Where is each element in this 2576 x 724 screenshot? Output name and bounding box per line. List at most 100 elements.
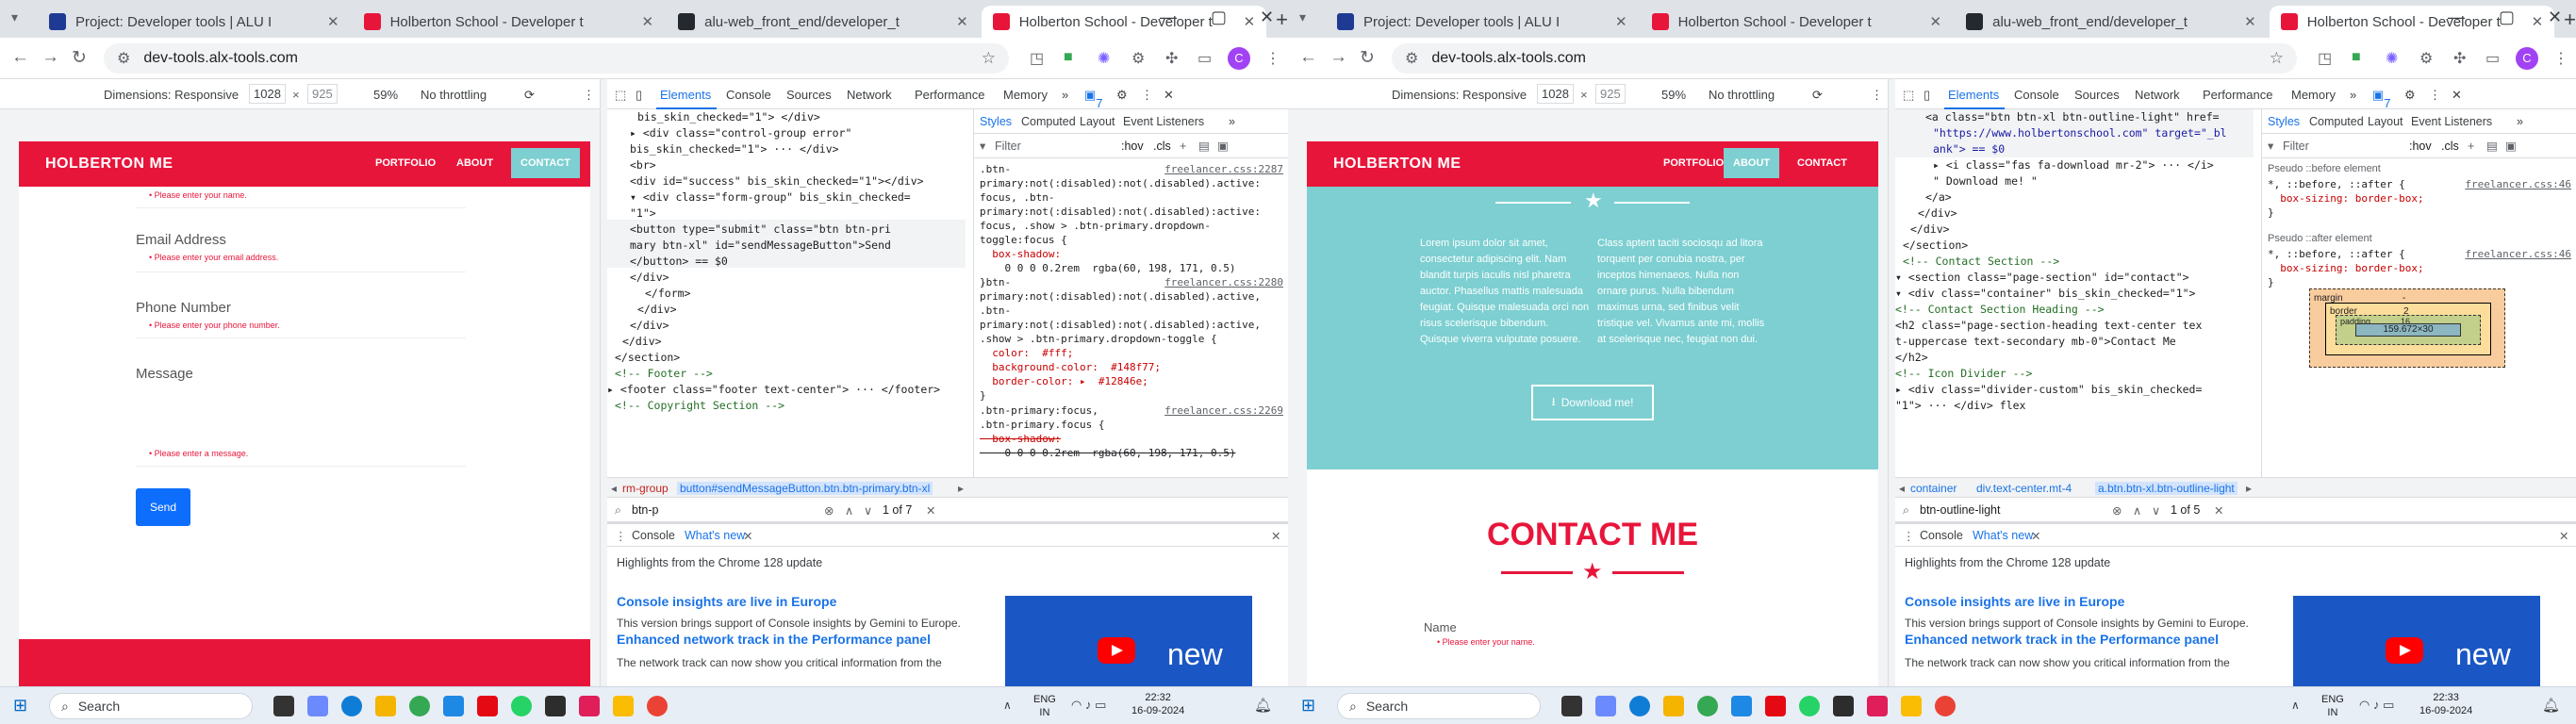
dom-node[interactable]: </section> [615, 350, 680, 366]
browser-tab[interactable]: Project: Developer tools | ALU I ✕ [1326, 6, 1639, 38]
close-tab-icon[interactable]: ✕ [2244, 13, 2256, 30]
rule-source-link[interactable]: freelancer.css:2287 [1164, 162, 1283, 176]
app-icon[interactable] [613, 696, 634, 716]
elements-tree[interactable]: bis_skin_checked="1"> </div> ▸ <div clas… [607, 109, 966, 477]
dom-comment[interactable]: <!-- Icon Divider --> [1895, 366, 2032, 382]
bookmark-star-icon[interactable]: ☆ [2270, 49, 2284, 68]
height-input[interactable]: 925 [1595, 84, 1626, 104]
tab-styles[interactable]: Styles [980, 115, 1012, 129]
dom-node[interactable]: ▸ <i class="fas fa-download mr-2"> ··· <… [1933, 157, 2214, 173]
breadcrumb-item[interactable]: container [1910, 482, 1957, 495]
inspect-icon[interactable]: ⬚ [615, 88, 626, 103]
dom-node[interactable]: ▸ <div class="control-group error" [630, 125, 851, 141]
youtube-play-icon[interactable] [2386, 637, 2423, 664]
minimize-icon[interactable]: — [1160, 8, 1177, 27]
site-info-icon[interactable]: ⚙ [117, 49, 130, 68]
device-toggle-icon[interactable]: ▯ [1924, 88, 1930, 103]
chrome-icon[interactable] [1697, 696, 1718, 716]
profile-avatar[interactable]: C [1228, 47, 1250, 70]
netflix-icon[interactable] [1765, 696, 1786, 716]
dom-node[interactable]: ▾ <div class="form-group" bis_skin_check… [630, 189, 911, 206]
email-field[interactable]: Email Address [136, 232, 226, 248]
close-drawer-tab-icon[interactable]: ✕ [743, 529, 752, 543]
slack-icon[interactable] [1867, 696, 1888, 716]
dom-search-input[interactable]: btn-p [632, 503, 659, 517]
dom-node[interactable]: ▸ <footer class="footer text-center"> ··… [607, 382, 940, 398]
dimensions-select[interactable]: Dimensions: Responsive [1392, 88, 1527, 102]
dom-comment[interactable]: <!-- Contact Section --> [1903, 254, 2059, 270]
site-brand[interactable]: HOLBERTON ME [1333, 156, 1461, 173]
close-drawer-icon[interactable]: ✕ [1271, 529, 1280, 543]
new-tab-icon[interactable]: + [1276, 8, 1288, 32]
address-bar[interactable]: ⚙ dev-tools.alx-tools.com ☆ [104, 43, 1009, 74]
issues-badge[interactable]: ▣ 7 [1084, 88, 1103, 110]
dom-node[interactable]: </form> [645, 286, 690, 302]
device-menu-icon[interactable]: ⋮ [1871, 88, 1883, 103]
drawer-tab-whats-new[interactable]: What's new [685, 529, 745, 542]
dom-node[interactable]: <div id="success" bis_skin_checked="1"><… [630, 173, 924, 189]
css-rule[interactable]: freelancer.css:2287 .btn- primary:not(:di… [980, 162, 1283, 289]
devtools-menu-icon[interactable]: ⋮ [2429, 88, 2441, 103]
panel-resizer[interactable] [600, 79, 607, 686]
computed-toggle-icon[interactable]: ▤ [2486, 140, 2498, 154]
more-tabs-icon[interactable]: » [2517, 115, 2523, 129]
task-view-icon[interactable] [1561, 696, 1582, 716]
app-icon[interactable] [1595, 696, 1616, 716]
drawer-tab-console[interactable]: Console [1920, 529, 1963, 542]
settings-gear-icon[interactable]: ⚙ [2404, 88, 2416, 103]
css-rule[interactable]: freelancer.css:46 *, ::before, ::after { … [2268, 247, 2571, 289]
language-indicator[interactable]: ENG IN [2321, 693, 2344, 719]
tab-computed[interactable]: Computed [2309, 115, 2364, 129]
chrome-active-icon[interactable] [647, 696, 668, 716]
vscode-icon[interactable] [1731, 696, 1752, 716]
message-field[interactable]: Message [136, 366, 193, 382]
cls-toggle[interactable]: .cls [2441, 140, 2459, 154]
tray-overflow-icon[interactable]: ∧ [1003, 699, 1012, 712]
whatsapp-icon[interactable] [511, 696, 532, 716]
dom-node[interactable]: ▸ <div class="divider-custom" bis_skin_c… [1895, 382, 2202, 398]
bookmark-star-icon[interactable]: ☆ [982, 49, 996, 68]
dom-node[interactable]: bis_skin_checked="1"> ··· </div> [630, 141, 839, 157]
whats-new-video[interactable]: new [2293, 596, 2540, 686]
drawer-tab-console[interactable]: Console [632, 529, 675, 542]
extensions-puzzle-icon[interactable]: ✣ [1165, 49, 1178, 68]
width-input[interactable]: 1028 [249, 84, 286, 104]
settings-gear-icon[interactable]: ⚙ [1116, 88, 1128, 103]
tab-computed[interactable]: Computed [1021, 115, 1076, 129]
tray-overflow-icon[interactable]: ∧ [2291, 699, 2300, 712]
dom-node[interactable]: </section> [1903, 238, 1968, 254]
css-rule[interactable]: freelancer.css:46 *, ::before, ::after { … [2268, 177, 2571, 220]
dom-node-selected[interactable]: <button type="submit" class="btn btn-pri [630, 222, 891, 238]
rule-source-link[interactable]: freelancer.css:2269 [1164, 403, 1283, 418]
css-rule[interactable]: freelancer.css:2269 .btn-primary:focus, .… [980, 403, 1283, 460]
clear-search-icon[interactable]: ⊗ [824, 503, 834, 518]
new-tab-icon[interactable]: + [2564, 8, 2576, 32]
dom-node[interactable]: </div> [1910, 222, 1950, 238]
edge-icon[interactable] [341, 696, 362, 716]
device-toggle-icon[interactable]: ▯ [636, 88, 642, 103]
nav-portfolio[interactable]: PORTFOLIO [1663, 157, 1724, 169]
nav-about[interactable]: ABOUT [456, 157, 493, 169]
maximize-icon[interactable]: ▢ [1211, 8, 1227, 27]
app-icon[interactable] [307, 696, 328, 716]
send-button[interactable]: Send [136, 488, 190, 526]
site-brand[interactable]: HOLBERTON ME [45, 156, 173, 173]
tab-search-icon[interactable]: ▾ [11, 9, 18, 25]
close-window-icon[interactable]: ✕ [1260, 8, 1274, 27]
throttling-select[interactable]: No throttling [1709, 88, 1775, 102]
extension-icon[interactable]: ■ [2352, 49, 2361, 66]
address-bar[interactable]: ⚙ dev-tools.alx-tools.com ☆ [1392, 43, 2297, 74]
news-link[interactable]: Console insights are live in Europe [617, 594, 836, 609]
dom-node[interactable]: t-uppercase text-secondary mb-0">Contact… [1895, 334, 2176, 350]
clock[interactable]: 22:32 16-09-2024 [1131, 691, 1184, 717]
height-input[interactable]: 925 [307, 84, 338, 104]
dom-search-input[interactable]: btn-outline-light [1920, 503, 2000, 517]
dom-node[interactable]: bis_skin_checked="1"> </div> [637, 109, 820, 125]
dom-comment[interactable]: <!-- Contact Section Heading --> [1895, 302, 2105, 318]
close-tab-icon[interactable]: ✕ [956, 13, 968, 30]
breadcrumb-item[interactable]: div.text-center.mt-4 [1976, 482, 2072, 495]
styles-filter-input[interactable]: Filter [2283, 140, 2309, 154]
dom-node[interactable]: </div> [630, 270, 669, 286]
task-view-icon[interactable] [273, 696, 294, 716]
clear-search-icon[interactable]: ⊗ [2112, 503, 2122, 518]
